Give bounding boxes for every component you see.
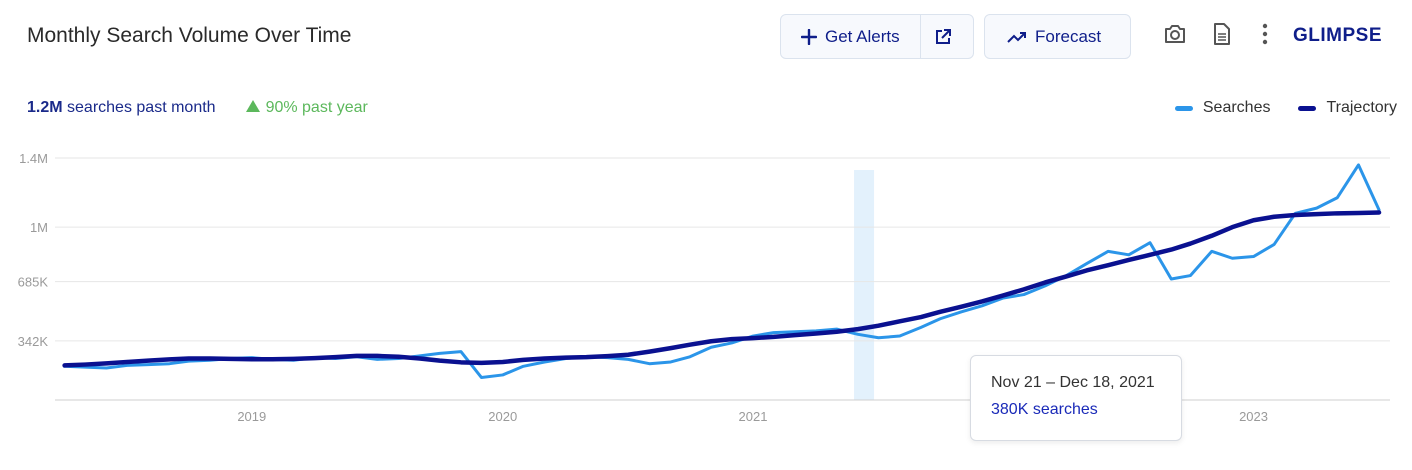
forecast-button[interactable]: Forecast	[984, 14, 1131, 59]
legend-item-searches[interactable]: Searches	[1174, 99, 1271, 117]
export-button[interactable]	[1210, 22, 1234, 51]
chart-legend: Searches Trajectory	[1174, 99, 1397, 117]
camera-icon	[1163, 23, 1187, 50]
legend-swatch-trajectory	[1298, 105, 1317, 111]
more-options-button[interactable]	[1253, 23, 1277, 50]
tooltip-value: 380K searches	[991, 401, 1098, 418]
volume-text: searches past month	[67, 99, 216, 116]
triangle-up-icon	[245, 99, 260, 117]
y-tick-label: 342K	[18, 334, 49, 349]
screenshot-button[interactable]	[1163, 24, 1187, 48]
chart-tooltip: Nov 21 – Dec 18, 2021 380K searches	[970, 355, 1182, 441]
series-line-searches	[63, 163, 1381, 380]
x-tick-label: 2019	[237, 409, 266, 424]
x-tick-label: 2020	[488, 409, 517, 424]
volume-stat: 1.2M searches past month	[27, 99, 216, 117]
more-vertical-icon	[1262, 23, 1268, 50]
get-alerts-button-group: Get Alerts	[780, 14, 974, 59]
get-alerts-button[interactable]: Get Alerts	[781, 15, 921, 58]
trend-up-icon	[1007, 30, 1027, 44]
forecast-label: Forecast	[1035, 26, 1102, 46]
page-title: Monthly Search Volume Over Time	[27, 24, 352, 47]
x-tick-label: 2023	[1239, 409, 1268, 424]
document-icon	[1212, 22, 1232, 51]
brand-logo: GLIMPSE	[1293, 25, 1383, 46]
y-tick-label: 1M	[30, 220, 48, 235]
external-link-icon	[934, 28, 952, 46]
legend-swatch-searches	[1174, 105, 1193, 111]
search-volume-chart[interactable]: 342K685K1M1.4M20192020202120222023	[0, 150, 1412, 430]
external-link-button[interactable]	[921, 15, 965, 58]
summary-stats: 1.2M searches past month 90% past year	[27, 99, 368, 117]
volume-value: 1.2M	[27, 99, 63, 116]
legend-label-trajectory: Trajectory	[1326, 99, 1397, 116]
plus-icon	[801, 28, 817, 45]
growth-text: 90% past year	[265, 99, 368, 116]
series-line-trajectory	[62, 210, 1382, 368]
growth-stat: 90% past year	[245, 99, 368, 117]
tooltip-range: Nov 21 – Dec 18, 2021	[991, 374, 1155, 391]
hover-band	[854, 170, 875, 400]
get-alerts-label: Get Alerts	[825, 26, 900, 46]
legend-label-searches: Searches	[1202, 99, 1271, 116]
x-tick-label: 2021	[739, 409, 768, 424]
y-tick-label: 1.4M	[19, 151, 48, 166]
y-tick-label: 685K	[18, 275, 49, 290]
legend-item-trajectory[interactable]: Trajectory	[1298, 99, 1397, 117]
